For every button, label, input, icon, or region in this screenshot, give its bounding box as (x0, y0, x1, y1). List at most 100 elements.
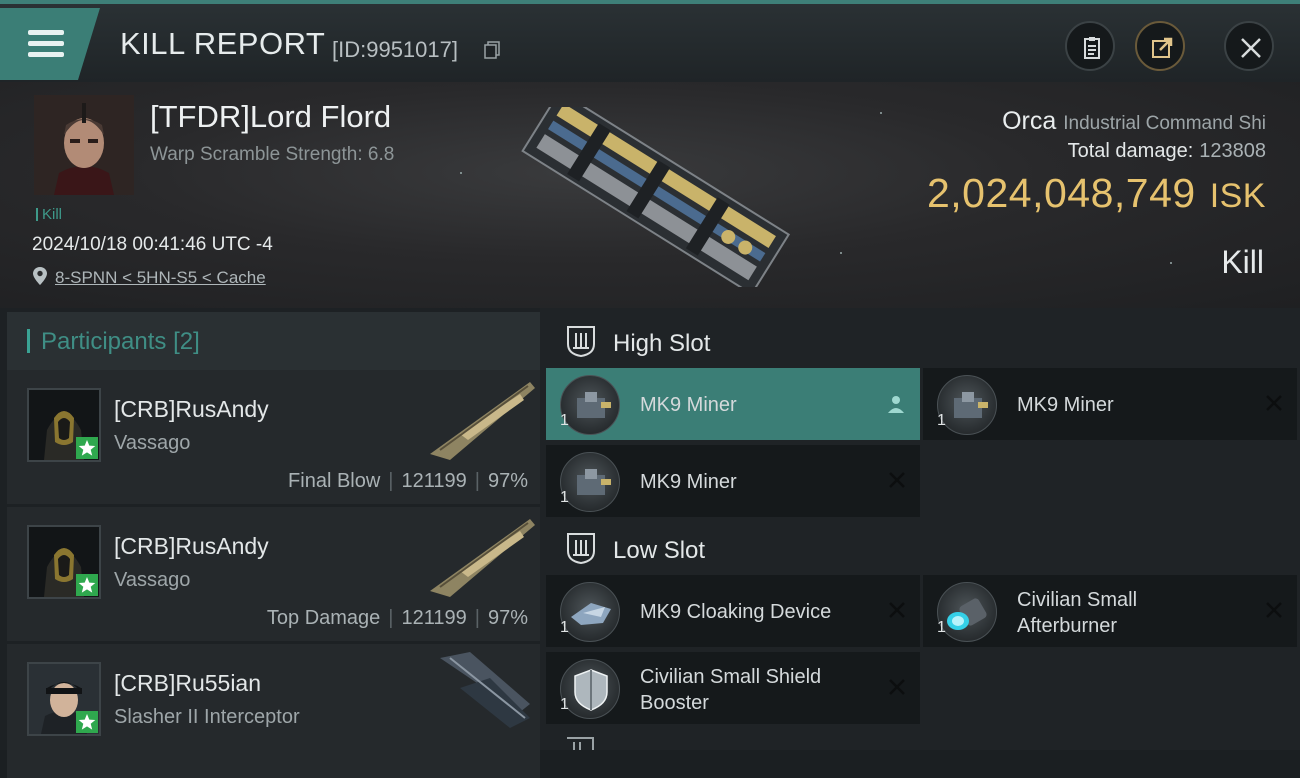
participants-header: Participants [2] (7, 312, 540, 370)
module-slot[interactable]: 1 MK9 Miner (546, 368, 920, 440)
module-slot[interactable]: 1 MK9 Miner (546, 445, 920, 517)
menu-button[interactable] (0, 8, 100, 80)
module-quantity: 1 (560, 619, 569, 636)
star-icon (78, 440, 96, 456)
menu-icon-bar (28, 52, 64, 57)
kill-tag-label: Kill (42, 206, 63, 223)
kill-tag-mark (36, 208, 38, 221)
module-name: Civilian Small Shield Booster (640, 666, 822, 714)
result-label: Kill (1221, 244, 1264, 280)
person-icon[interactable] (886, 394, 906, 414)
participants-title: Participants [2] (41, 328, 200, 356)
participant-percent: 97% (487, 470, 528, 492)
participant-name[interactable]: [CRB]RusAndy (114, 396, 269, 423)
cloaking-device-icon (560, 582, 620, 642)
participant-ship: Slasher II Interceptor (114, 706, 300, 728)
victim-name[interactable]: [TFDR]Lord Flord (150, 99, 391, 135)
victim-ship-image (521, 107, 791, 287)
close-button[interactable] (1224, 21, 1274, 71)
module-icon (947, 598, 987, 630)
remove-icon[interactable] (888, 678, 906, 696)
remove-icon[interactable] (888, 471, 906, 489)
isk-value: 2,024,048,749 ISK (927, 170, 1266, 217)
next-slot-icon (567, 737, 594, 750)
remove-icon[interactable] (888, 601, 906, 619)
victim-ship[interactable]: Orca Industrial Command Shi (1002, 107, 1266, 136)
total-damage: Total damage: 123808 (1068, 140, 1266, 163)
module-name: MK9 Miner (640, 394, 737, 416)
module-name: Civilian Small Afterburner (1017, 589, 1138, 637)
menu-icon-bar (28, 41, 64, 46)
module-name: MK9 Cloaking Device (640, 601, 832, 623)
module-quantity: 1 (937, 619, 946, 636)
module-slot[interactable]: 1 Civilian Small Afterburner (923, 575, 1297, 647)
share-button[interactable] (1135, 21, 1185, 71)
star (1170, 262, 1172, 264)
ship-name: Orca (1002, 107, 1057, 135)
participant-ship: Vassago (114, 432, 191, 454)
total-damage-value: 123808 (1199, 140, 1266, 162)
module-slot[interactable]: 1 MK9 Miner (923, 368, 1297, 440)
separator: | (474, 470, 480, 492)
ship-class: Industrial Command Shi (1063, 113, 1266, 134)
corp-badge (76, 574, 98, 596)
participant-role: Final Blow (288, 470, 381, 492)
share-icon (1152, 37, 1173, 58)
participant-ship-image (440, 652, 530, 728)
module-name: MK9 Miner (640, 471, 737, 493)
separator: | (474, 607, 480, 629)
participant-ship-image (430, 382, 535, 460)
close-icon (1241, 38, 1261, 58)
participant-row[interactable]: [CRB]Ru55ian Slasher II Interceptor (7, 644, 540, 778)
participant-row[interactable]: [CRB]RusAndy Vassago Final Blow | 121199 | 9… (7, 370, 540, 504)
participants-count: [2] (173, 328, 200, 355)
module-icon (574, 669, 608, 711)
corp-badge (76, 437, 98, 459)
module-icon (577, 469, 611, 495)
participant-row[interactable]: [CRB]RusAndy Vassago Top Damage | 121199 | 9… (7, 507, 540, 641)
high-slot-icon (567, 326, 595, 358)
star (840, 252, 842, 254)
module-slot[interactable]: 1 MK9 Cloaking Device (546, 575, 920, 647)
warp-scramble-strength: Warp Scramble Strength: 6.8 (150, 144, 395, 165)
participants-label: Participants (41, 328, 167, 355)
participant-name[interactable]: [CRB]RusAndy (114, 533, 269, 560)
fitting-panel: High Slot 1 MK9 Miner 1 MK9 Miner 1 MK9 … (540, 308, 1300, 750)
victim-avatar[interactable] (34, 95, 134, 195)
miner-module-icon (560, 452, 620, 512)
participant-role: Top Damage (266, 607, 381, 629)
participants-accent (27, 329, 30, 353)
participant-ship-image (430, 519, 535, 597)
module-quantity: 1 (560, 489, 569, 506)
low-slot-label: Low Slot (613, 537, 706, 564)
total-damage-label: Total damage: (1067, 140, 1194, 162)
separator: | (388, 470, 394, 492)
remove-icon[interactable] (1265, 601, 1283, 619)
module-quantity: 1 (560, 412, 569, 429)
clipboard-button[interactable] (1065, 21, 1115, 71)
participant-damage: 121199 (401, 470, 467, 492)
low-slot-icon (567, 533, 595, 565)
star (460, 172, 462, 174)
miner-module-icon (937, 375, 997, 435)
module-quantity: 1 (560, 696, 569, 713)
participant-name[interactable]: [CRB]Ru55ian (114, 670, 261, 697)
participant-percent: 97% (487, 607, 528, 629)
module-slot[interactable]: 1 Civilian Small Shield Booster (546, 652, 920, 724)
module-icon (571, 603, 611, 625)
participant-damage: 121199 (401, 607, 467, 629)
copy-icon[interactable] (484, 41, 500, 59)
isk-amount: 2,024,048,749 (926, 170, 1196, 216)
star-icon (78, 714, 96, 730)
clipboard-icon (1084, 37, 1100, 59)
isk-unit: ISK (1209, 177, 1266, 215)
participants-panel: Participants [2] [CRB]RusAndy Vassago Fi… (0, 308, 540, 778)
victim-summary: [TFDR]Lord Flord Warp Scramble Strength:… (0, 82, 1300, 308)
shield-booster-icon (560, 659, 620, 719)
remove-icon[interactable] (1265, 394, 1283, 412)
location-link[interactable]: 8-SPNN < 5HN-S5 < Cache (55, 268, 266, 288)
star (880, 112, 882, 114)
top-bar: KILL REPORT [ID:9951017] (0, 0, 1300, 82)
afterburner-icon (937, 582, 997, 642)
participant-stats: Final Blow | 121199 | 97% (288, 470, 528, 493)
